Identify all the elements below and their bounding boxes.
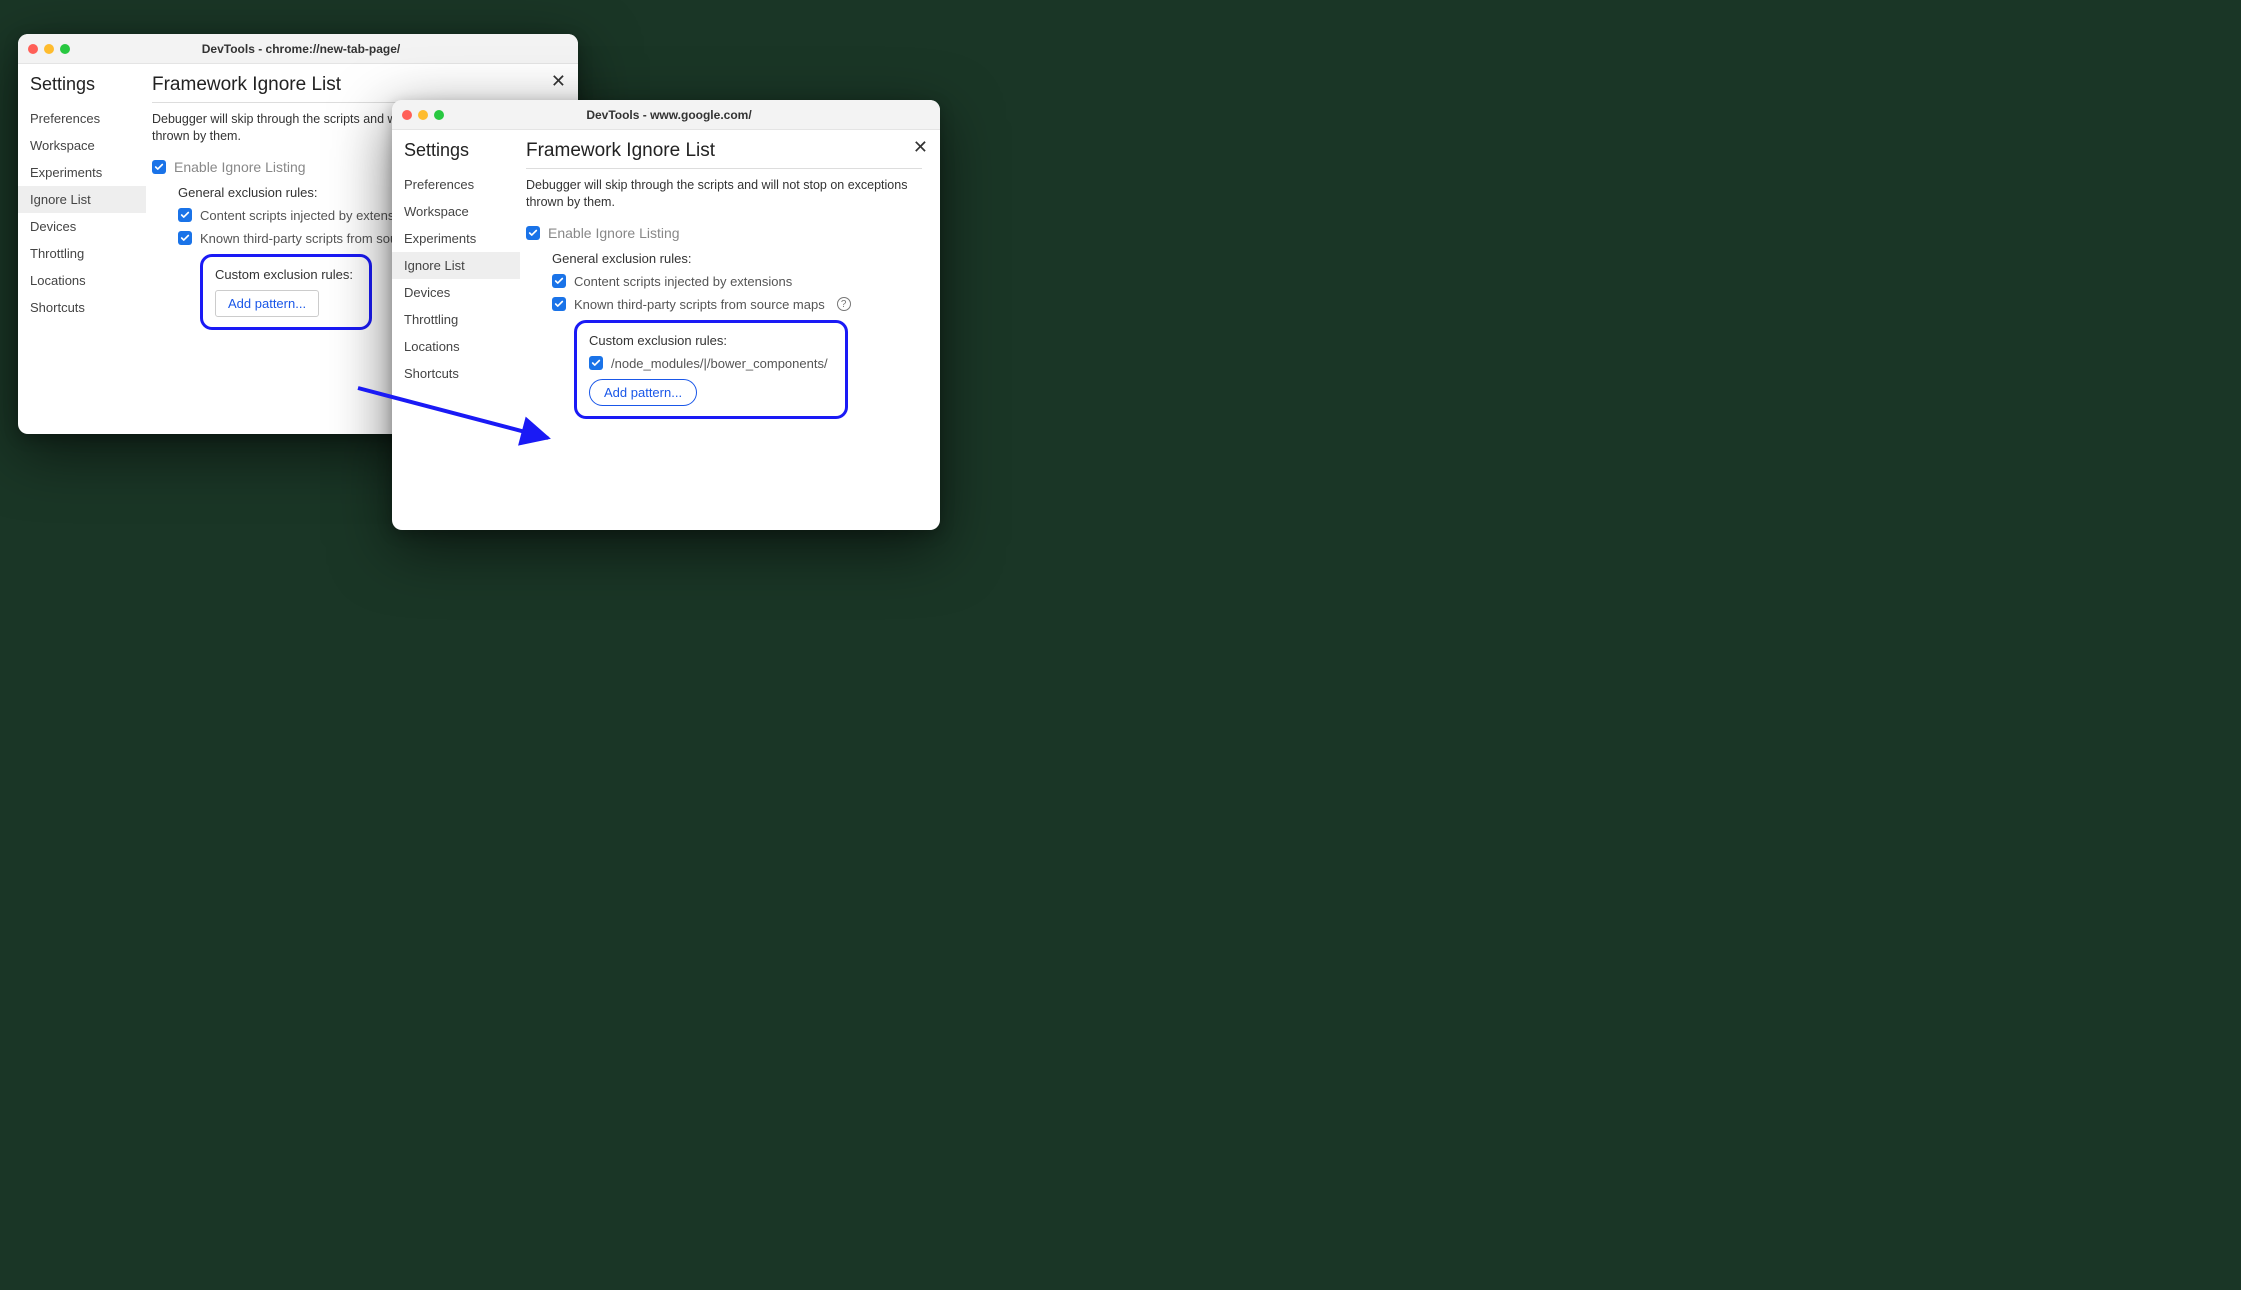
- sidebar-item-preferences[interactable]: Preferences: [18, 105, 146, 132]
- sidebar-item-shortcuts[interactable]: Shortcuts: [392, 360, 520, 387]
- add-pattern-button[interactable]: Add pattern...: [215, 290, 319, 317]
- custom-rules-label: Custom exclusion rules:: [589, 333, 833, 348]
- highlight-box-after: Custom exclusion rules: /node_modules/|/…: [574, 320, 848, 419]
- custom-rules-label: Custom exclusion rules:: [215, 267, 357, 282]
- checkbox-checked-icon[interactable]: [552, 274, 566, 288]
- checkbox-checked-icon[interactable]: [178, 231, 192, 245]
- sidebar-item-throttling[interactable]: Throttling: [18, 240, 146, 267]
- rule-thirdparty-row[interactable]: Known third-party scripts from source ma…: [552, 297, 922, 312]
- rule-content-scripts-row[interactable]: Content scripts injected by extensions: [552, 274, 922, 289]
- window-title: DevTools - chrome://new-tab-page/: [34, 42, 568, 56]
- titlebar: DevTools - www.google.com/: [392, 100, 940, 130]
- devtools-window-2: DevTools - www.google.com/ Settings Pref…: [392, 100, 940, 530]
- checkbox-checked-icon[interactable]: [589, 356, 603, 370]
- sidebar-item-experiments[interactable]: Experiments: [392, 225, 520, 252]
- checkbox-checked-icon[interactable]: [526, 226, 540, 240]
- settings-content: ✕ Framework Ignore List Debugger will sk…: [520, 130, 940, 530]
- enable-ignore-listing-row[interactable]: Enable Ignore Listing: [526, 225, 922, 241]
- sidebar-item-workspace[interactable]: Workspace: [18, 132, 146, 159]
- sidebar-item-shortcuts[interactable]: Shortcuts: [18, 294, 146, 321]
- rule-content-scripts-label: Content scripts injected by extensions: [574, 274, 792, 289]
- settings-heading: Settings: [392, 140, 520, 171]
- page-title: Framework Ignore List: [526, 140, 922, 169]
- rule-content-scripts-label: Content scripts injected by extensions: [200, 208, 418, 223]
- custom-pattern-row[interactable]: /node_modules/|/bower_components/: [589, 356, 833, 371]
- window-title: DevTools - www.google.com/: [408, 108, 930, 122]
- sidebar-item-devices[interactable]: Devices: [18, 213, 146, 240]
- checkbox-checked-icon[interactable]: [178, 208, 192, 222]
- close-icon[interactable]: ✕: [913, 138, 928, 156]
- sidebar-item-ignore-list[interactable]: Ignore List: [18, 186, 146, 213]
- add-pattern-button[interactable]: Add pattern...: [589, 379, 697, 406]
- settings-sidebar: Settings Preferences Workspace Experimen…: [18, 64, 146, 434]
- page-description: Debugger will skip through the scripts a…: [526, 177, 922, 211]
- sidebar-item-locations[interactable]: Locations: [392, 333, 520, 360]
- titlebar: DevTools - chrome://new-tab-page/: [18, 34, 578, 64]
- sidebar-item-locations[interactable]: Locations: [18, 267, 146, 294]
- sidebar-item-devices[interactable]: Devices: [392, 279, 520, 306]
- page-title: Framework Ignore List: [152, 74, 560, 103]
- checkbox-checked-icon[interactable]: [552, 297, 566, 311]
- checkbox-checked-icon[interactable]: [152, 160, 166, 174]
- general-rules-label: General exclusion rules:: [552, 251, 922, 266]
- sidebar-item-workspace[interactable]: Workspace: [392, 198, 520, 225]
- enable-ignore-listing-label: Enable Ignore Listing: [548, 225, 680, 241]
- help-icon[interactable]: ?: [837, 297, 851, 311]
- custom-pattern-label: /node_modules/|/bower_components/: [611, 356, 828, 371]
- sidebar-item-ignore-list[interactable]: Ignore List: [392, 252, 520, 279]
- rule-thirdparty-label: Known third-party scripts from source ma…: [574, 297, 825, 312]
- settings-heading: Settings: [18, 74, 146, 105]
- highlight-box-before: Custom exclusion rules: Add pattern...: [200, 254, 372, 330]
- settings-sidebar: Settings Preferences Workspace Experimen…: [392, 130, 520, 530]
- enable-ignore-listing-label: Enable Ignore Listing: [174, 159, 306, 175]
- sidebar-item-experiments[interactable]: Experiments: [18, 159, 146, 186]
- sidebar-item-preferences[interactable]: Preferences: [392, 171, 520, 198]
- close-icon[interactable]: ✕: [551, 72, 566, 90]
- sidebar-item-throttling[interactable]: Throttling: [392, 306, 520, 333]
